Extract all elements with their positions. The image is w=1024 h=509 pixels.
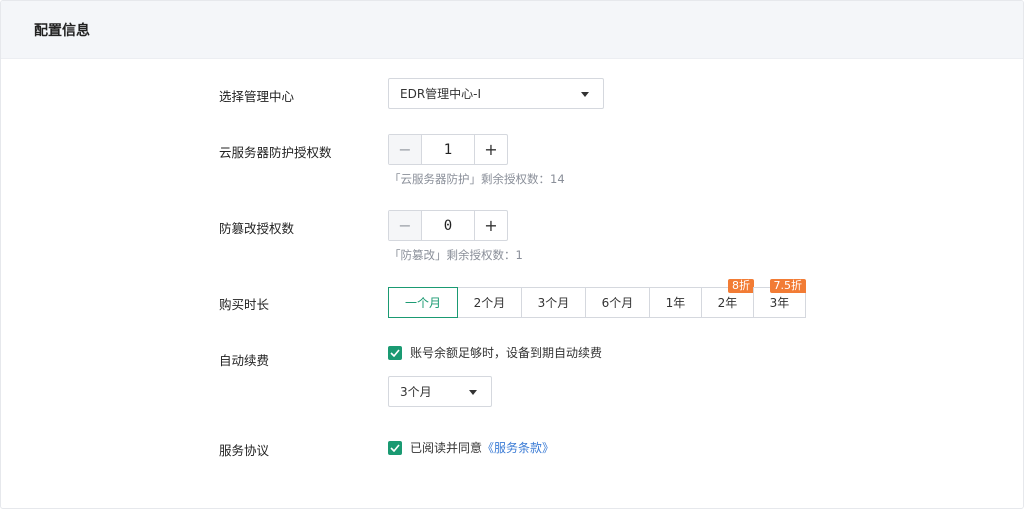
tamper-licenses-hint: 「防篡改」剩余授权数：1 xyxy=(389,248,523,262)
auto-renew-checkbox[interactable] xyxy=(388,345,402,360)
cloud-server-licenses-value[interactable]: 1 xyxy=(422,135,474,164)
duration-option-2-years[interactable]: 2年 8折 xyxy=(701,279,754,318)
duration-option-6-months[interactable]: 6个月 xyxy=(585,287,650,318)
duration-option-2-months[interactable]: 2个月 xyxy=(457,287,522,318)
agreement-label: 服务协议 xyxy=(219,443,270,458)
duration-option-label: 2年 xyxy=(717,296,738,310)
duration-option-1-year[interactable]: 1年 xyxy=(649,287,702,318)
agreement-checkbox-row[interactable]: 已阅读并同意 《服务条款》 xyxy=(388,439,554,456)
agreement-text: 已阅读并同意 xyxy=(410,441,483,455)
management-center-label: 选择管理中心 xyxy=(219,89,295,104)
increment-button[interactable]: + xyxy=(474,135,507,164)
auto-renew-period-value: 3个月 xyxy=(400,385,432,399)
config-panel: 配置信息 选择管理中心 EDR管理中心-I 云服务器防护授权数 − 1 + 「云… xyxy=(0,0,1024,509)
duration-option-label: 2个月 xyxy=(473,296,506,310)
decrement-button[interactable]: − xyxy=(389,211,422,240)
increment-button[interactable]: + xyxy=(474,211,507,240)
checkmark-icon xyxy=(390,348,400,357)
tamper-licenses-label: 防篡改授权数 xyxy=(219,221,295,236)
tamper-licenses-stepper: − 0 + xyxy=(388,210,508,241)
tamper-licenses-value[interactable]: 0 xyxy=(422,211,474,240)
management-center-select[interactable]: EDR管理中心-I xyxy=(388,78,604,109)
management-center-value: EDR管理中心-I xyxy=(400,87,482,101)
duration-option-3-months[interactable]: 3个月 xyxy=(521,287,586,318)
duration-option-label: 一个月 xyxy=(404,296,441,310)
auto-renew-checkbox-row[interactable]: 账号余额足够时，设备到期自动续费 xyxy=(388,344,602,361)
panel-header: 配置信息 xyxy=(1,1,1023,59)
duration-option-label: 6个月 xyxy=(601,296,634,310)
cloud-server-licenses-label: 云服务器防护授权数 xyxy=(219,145,332,160)
cloud-server-licenses-hint: 「云服务器防护」剩余授权数：14 xyxy=(389,172,565,186)
panel-title: 配置信息 xyxy=(34,22,90,39)
duration-option-label: 3年 xyxy=(769,296,790,310)
cloud-server-licenses-stepper: − 1 + xyxy=(388,134,508,165)
duration-option-label: 1年 xyxy=(665,296,686,310)
duration-options: 一个月 2个月 3个月 6个月 1年 2年 8折 3年 7.5折 xyxy=(388,279,806,318)
discount-badge: 7.5折 xyxy=(769,279,806,293)
discount-badge: 8折 xyxy=(728,279,754,293)
auto-renew-text: 账号余额足够时，设备到期自动续费 xyxy=(410,346,603,360)
duration-option-3-years[interactable]: 3年 7.5折 xyxy=(753,279,806,318)
duration-option-1-month[interactable]: 一个月 xyxy=(388,287,458,318)
auto-renew-label: 自动续费 xyxy=(219,353,270,368)
agreement-checkbox[interactable] xyxy=(388,440,402,455)
caret-down-icon xyxy=(469,390,477,395)
duration-option-label: 3个月 xyxy=(537,296,570,310)
caret-down-icon xyxy=(581,92,589,97)
auto-renew-period-select[interactable]: 3个月 xyxy=(388,376,492,407)
terms-of-service-link[interactable]: 《服务条款》 xyxy=(482,439,554,456)
checkmark-icon xyxy=(390,443,400,452)
duration-label: 购买时长 xyxy=(219,297,270,312)
decrement-button[interactable]: − xyxy=(389,135,422,164)
